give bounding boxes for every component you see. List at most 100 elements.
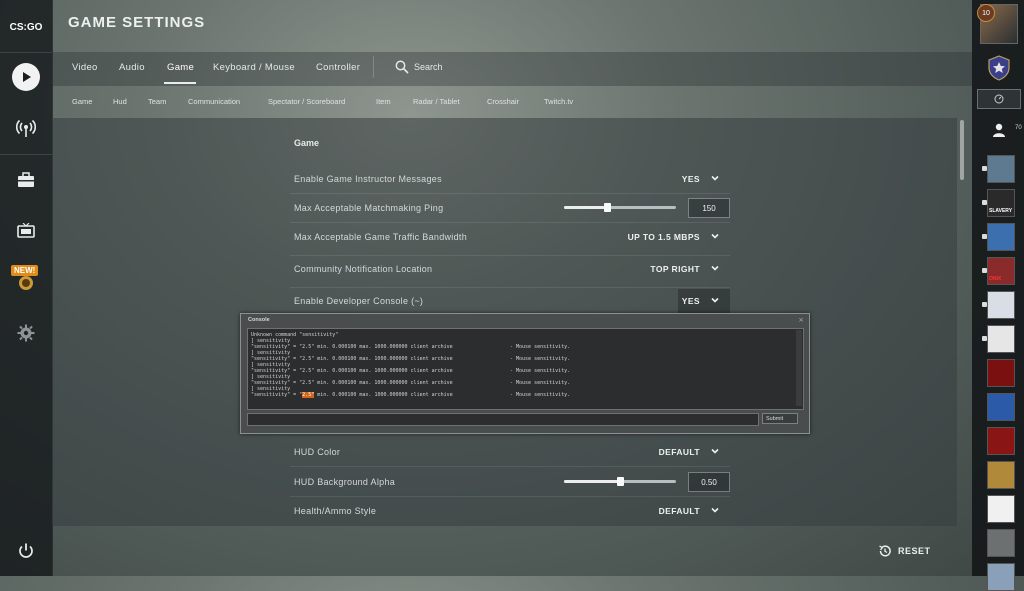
- tab-keyboard-mouse[interactable]: Keyboard / Mouse: [213, 62, 295, 73]
- settings-button[interactable]: [0, 322, 52, 344]
- console-input[interactable]: [247, 413, 759, 426]
- subtab-radar-tablet[interactable]: Radar / Tablet: [413, 97, 460, 106]
- setting-value[interactable]: DEFAULT: [659, 506, 700, 516]
- subtab-team[interactable]: Team: [148, 97, 166, 106]
- setting-row-hud-alpha[interactable]: HUD Background Alpha 0.50: [290, 470, 730, 497]
- chevron-down-icon: [711, 507, 719, 513]
- friend-avatar[interactable]: [987, 427, 1015, 455]
- page-title: GAME SETTINGS: [68, 14, 206, 31]
- console-line-desc: - Mouse sensitivity.: [510, 392, 571, 398]
- stopwatch-icon: [994, 94, 1004, 104]
- subtab-crosshair[interactable]: Crosshair: [487, 97, 519, 106]
- setting-label: Max Acceptable Game Traffic Bandwidth: [294, 232, 468, 242]
- subtab-spectator-scoreboard[interactable]: Spectator / Scoreboard: [268, 97, 345, 106]
- watch-tv-button[interactable]: [0, 220, 52, 242]
- slider-knob[interactable]: [617, 477, 624, 486]
- setting-value[interactable]: YES: [682, 174, 700, 184]
- tab-game[interactable]: Game: [167, 62, 194, 73]
- friend-invite-indicator: [982, 302, 987, 307]
- sub-tab-bar: Game Hud Team Communication Spectator / …: [52, 88, 972, 118]
- play-button[interactable]: [0, 62, 52, 92]
- console-line-last: "sensitivity" = "2.5" min. 0.000100 max.…: [251, 392, 453, 398]
- setting-label: Max Acceptable Matchmaking Ping: [294, 203, 444, 213]
- friends-icon[interactable]: [991, 122, 1007, 138]
- setting-value[interactable]: UP TO 1.5 MBPS: [628, 232, 700, 242]
- setting-label: Enable Game Instructor Messages: [294, 174, 442, 184]
- active-tab-indicator: [164, 82, 196, 84]
- console-window[interactable]: Console × Unknown command "sensitivity" …: [240, 313, 810, 434]
- friend-avatar[interactable]: ONIX: [987, 257, 1015, 285]
- ping-value-field[interactable]: 150: [688, 198, 730, 218]
- friend-avatar[interactable]: [987, 359, 1015, 387]
- hud-alpha-value-field[interactable]: 0.50: [688, 472, 730, 492]
- console-output[interactable]: Unknown command "sensitivity" ] sensitiv…: [247, 328, 804, 410]
- subtab-item[interactable]: Item: [376, 97, 391, 106]
- setting-value[interactable]: DEFAULT: [659, 447, 700, 457]
- friend-avatar-label: ONIX: [989, 276, 1002, 282]
- inventory-icon: [18, 172, 34, 187]
- setting-value[interactable]: TOP RIGHT: [650, 264, 700, 274]
- inventory-button[interactable]: [0, 168, 52, 192]
- friend-avatar[interactable]: [987, 461, 1015, 489]
- friend-avatar-label: SLAVERY: [989, 208, 1013, 214]
- friend-avatar[interactable]: [987, 563, 1015, 591]
- broadcast-icon: [16, 119, 36, 137]
- search-button[interactable]: Search: [395, 60, 443, 74]
- slider-fill: [564, 480, 620, 483]
- reset-label: RESET: [898, 546, 931, 556]
- chevron-down-icon: [711, 265, 719, 271]
- operation-icon: [19, 276, 33, 290]
- console-line-suffix: min. 0.000100 max. 1000.000000 client ar…: [314, 392, 453, 398]
- console-line-desc: - Mouse sensitivity.: [510, 356, 571, 362]
- subtab-twitch[interactable]: Twitch.tv: [544, 97, 573, 106]
- tab-controller[interactable]: Controller: [316, 62, 360, 73]
- subtab-hud[interactable]: Hud: [113, 97, 127, 106]
- ping-slider[interactable]: [564, 203, 676, 212]
- friend-avatar[interactable]: [987, 325, 1015, 353]
- friend-invite-indicator: [982, 268, 987, 273]
- setting-row-hud-color[interactable]: HUD Color DEFAULT: [290, 440, 730, 467]
- hud-alpha-slider[interactable]: [564, 477, 676, 486]
- friend-avatar[interactable]: [987, 291, 1015, 319]
- setting-value[interactable]: YES: [682, 296, 700, 306]
- friend-invite-indicator: [982, 336, 987, 341]
- friend-avatar[interactable]: SLAVERY: [987, 189, 1015, 217]
- right-social-rail: [972, 0, 1024, 576]
- close-icon[interactable]: ×: [798, 316, 804, 324]
- setting-row-matchmaking-ping[interactable]: Max Acceptable Matchmaking Ping 150: [290, 196, 730, 223]
- power-icon: [19, 543, 33, 558]
- stopwatch-button[interactable]: [977, 89, 1021, 109]
- setting-row-game-instructor[interactable]: Enable Game Instructor Messages YES: [290, 167, 730, 194]
- subtab-communication[interactable]: Communication: [188, 97, 240, 106]
- watch-broadcast-button[interactable]: [0, 115, 52, 141]
- friend-avatar[interactable]: [987, 495, 1015, 523]
- friend-avatar[interactable]: [987, 155, 1015, 183]
- reset-clock-icon: [879, 545, 891, 557]
- console-highlight: 2.5": [302, 392, 315, 398]
- console-submit-button[interactable]: Submit: [762, 413, 798, 424]
- main-tab-bar: Video Audio Game Keyboard / Mouse Contro…: [52, 52, 972, 86]
- setting-row-traffic-bandwidth[interactable]: Max Acceptable Game Traffic Bandwidth UP…: [290, 225, 730, 256]
- power-button[interactable]: [0, 540, 52, 562]
- console-scrollbar[interactable]: [796, 330, 802, 406]
- search-label: Search: [414, 62, 443, 72]
- logo-text: CS:GO: [9, 21, 43, 33]
- tab-video[interactable]: Video: [72, 62, 98, 73]
- slider-knob[interactable]: [603, 203, 611, 212]
- chevron-down-icon: [711, 233, 719, 239]
- play-icon: [12, 63, 40, 91]
- rank-shield-icon[interactable]: [987, 55, 1011, 81]
- setting-label: Health/Ammo Style: [294, 506, 377, 516]
- friend-avatar[interactable]: [987, 529, 1015, 557]
- settings-scrollbar[interactable]: [960, 120, 964, 180]
- setting-row-health-ammo-style[interactable]: Health/Ammo Style DEFAULT: [290, 499, 730, 525]
- setting-row-developer-console[interactable]: Enable Developer Console (~) YES: [290, 289, 730, 316]
- subtab-game[interactable]: Game: [72, 97, 92, 106]
- friend-avatar[interactable]: [987, 393, 1015, 421]
- csgo-logo[interactable]: CS:GO: [0, 18, 52, 36]
- tab-audio[interactable]: Audio: [119, 62, 145, 73]
- reset-button[interactable]: RESET: [878, 544, 931, 558]
- section-heading: Game: [294, 138, 320, 148]
- setting-row-notification-location[interactable]: Community Notification Location TOP RIGH…: [290, 257, 730, 288]
- friend-avatar[interactable]: [987, 223, 1015, 251]
